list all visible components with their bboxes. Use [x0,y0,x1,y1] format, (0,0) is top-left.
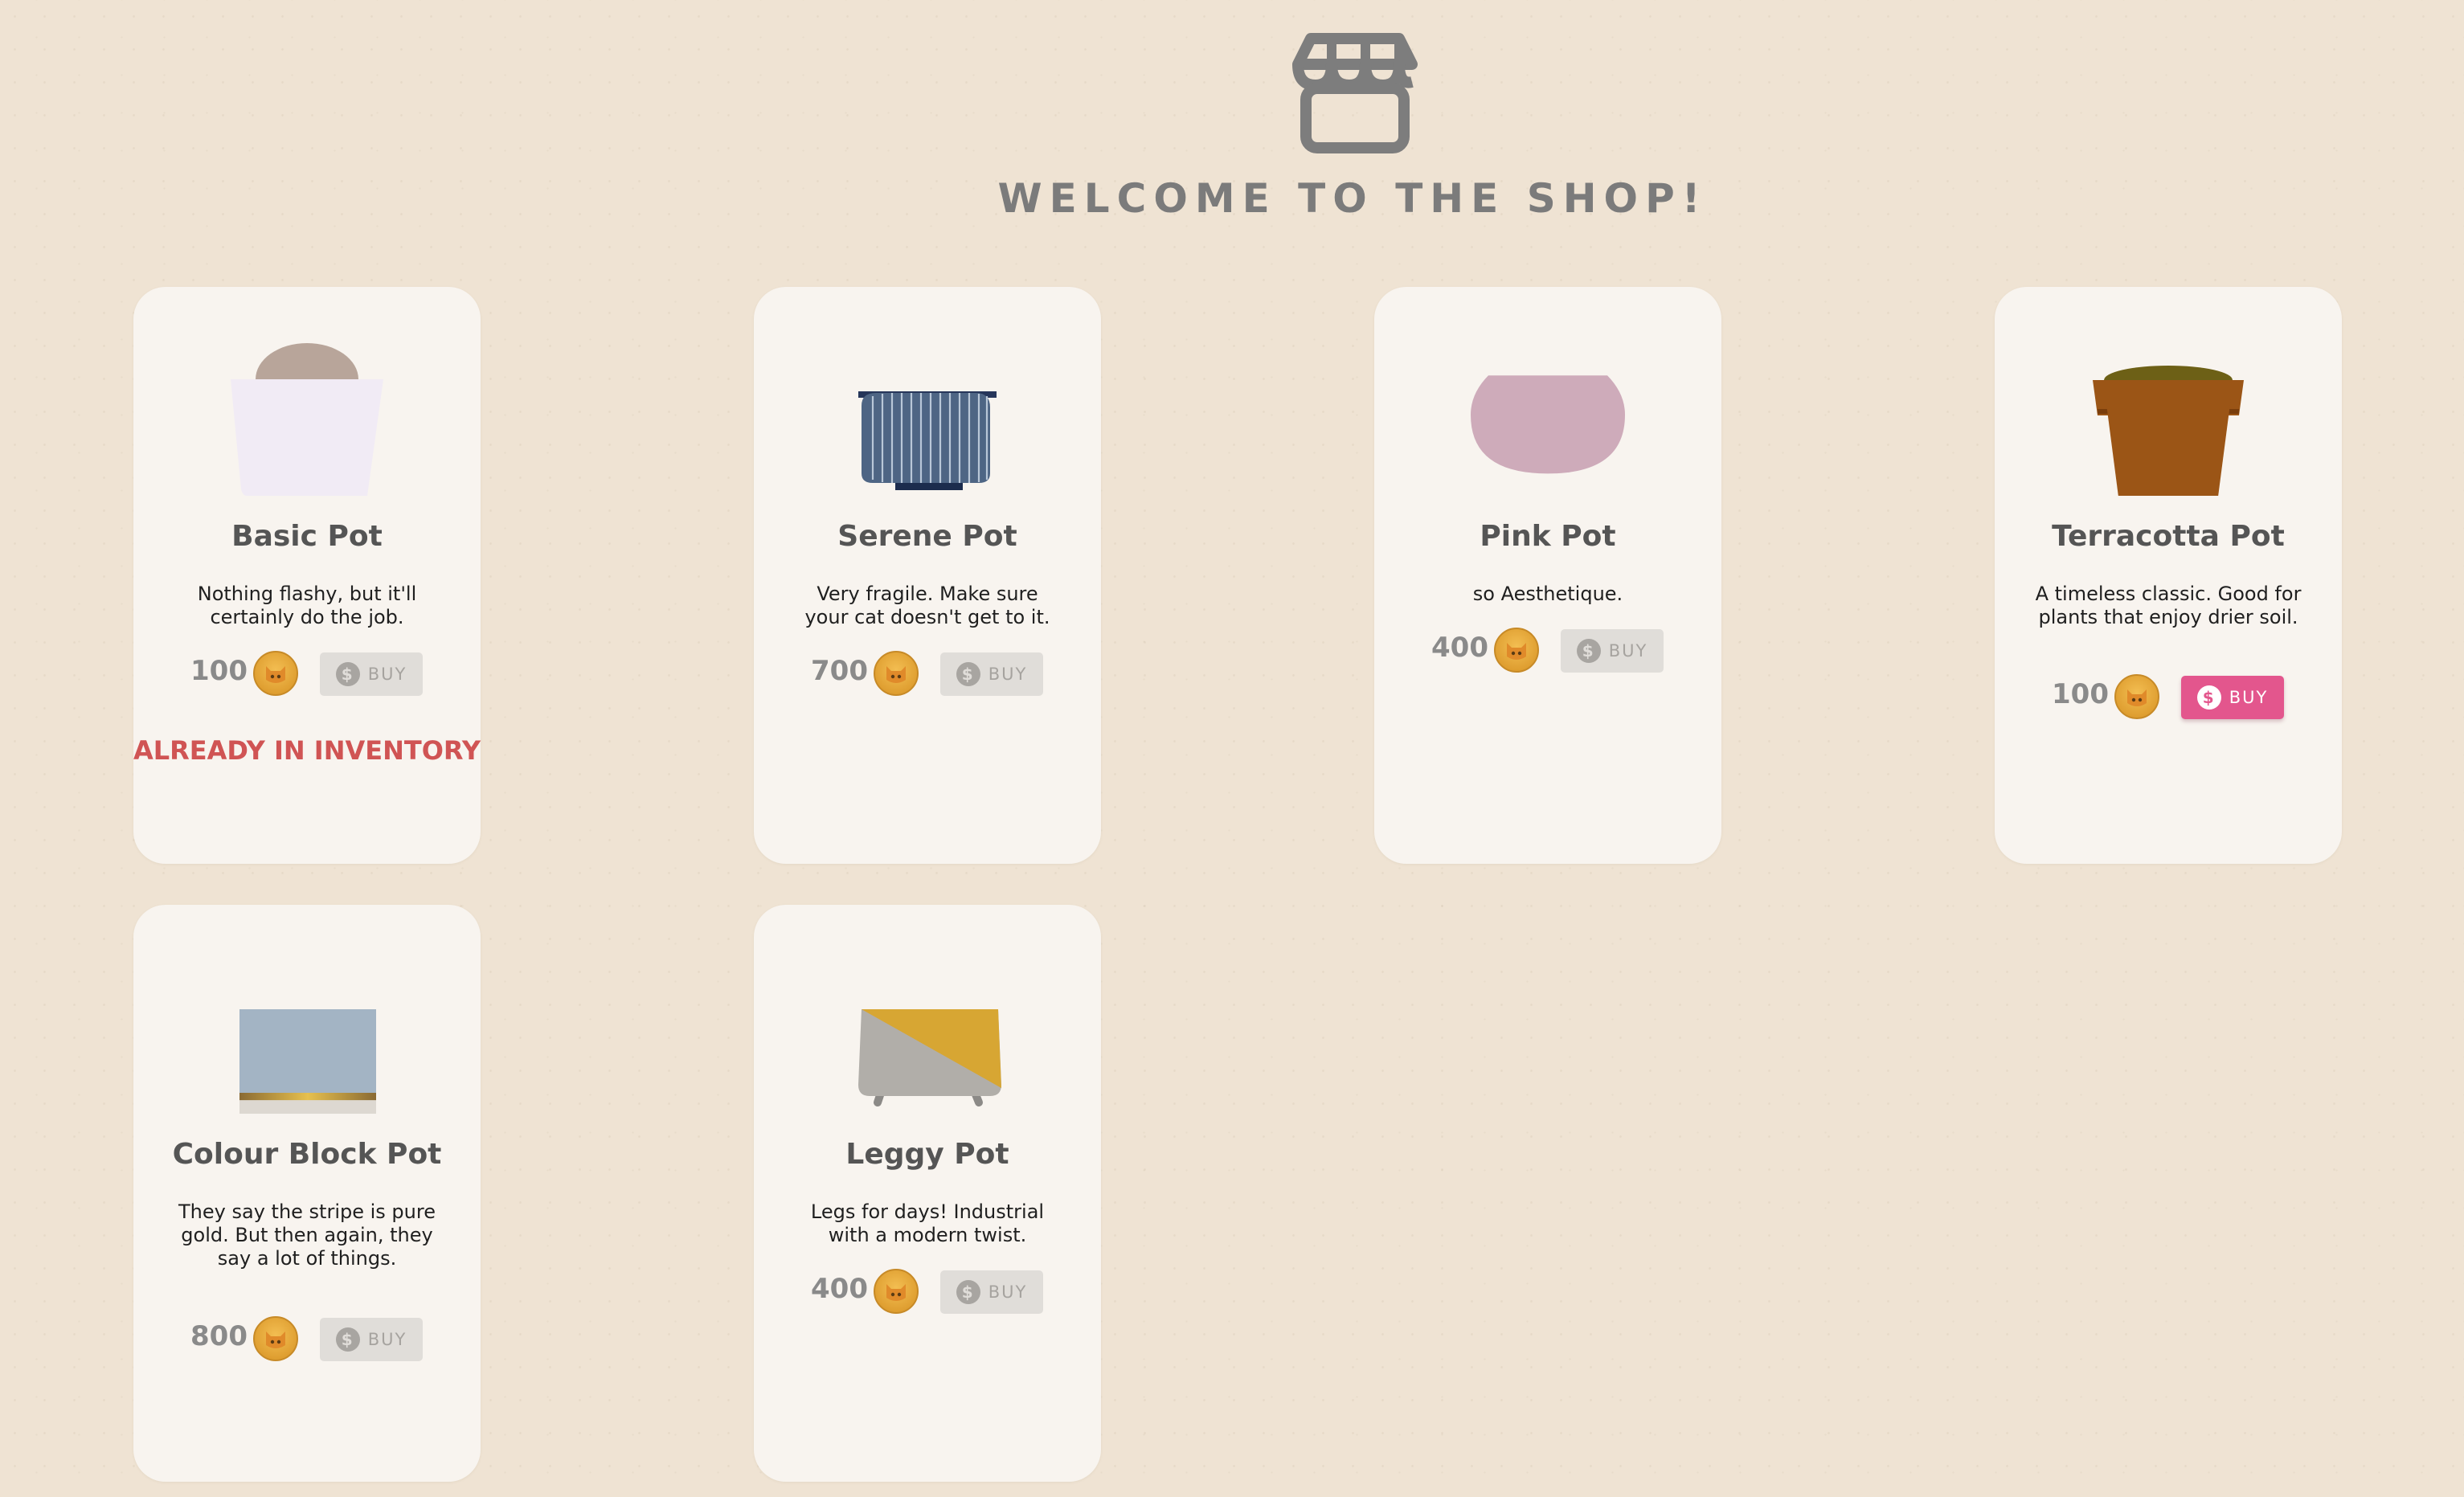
pot-card: Basic Pot Nothing flashy, but it'll cert… [133,287,481,864]
pot-card: Serene Pot Very fragile. Make sure your … [754,287,1101,864]
cat-coin-icon [1494,628,1539,673]
pot-name: Pink Pot [1480,520,1616,553]
cat-coin-icon [874,1269,919,1314]
cat-coin-icon [2114,674,2159,719]
buy-label: BUY [367,1330,407,1349]
pot-description: so Aesthetique. [1472,583,1623,605]
pot-price: 100 [2052,678,2109,710]
price-row: 100 $ BUY [133,650,481,698]
pot-description: Very fragile. Make sure your cat doesn't… [804,583,1050,628]
buy-button[interactable]: $ BUY [940,1270,1043,1314]
colour-block-pot-image [239,1009,376,1114]
dollar-icon: $ [335,1327,360,1352]
dollar-icon: $ [335,662,360,686]
price-row: 400 $ BUY [1374,627,1721,675]
buy-button[interactable]: $ BUY [320,652,423,696]
pot-name: Terracotta Pot [2052,520,2285,553]
pot-card: Leggy Pot Legs for days! Industrial with… [754,905,1101,1482]
pot-description: They say the stripe is pure gold. But th… [178,1200,436,1270]
basic-pot-image [231,343,383,496]
pot-description: A timeless classic. Good for plants that… [2035,583,2302,628]
pot-price: 400 [811,1273,868,1305]
pot-description: Nothing flashy, but it'll certainly do t… [197,583,417,628]
buy-label: BUY [367,665,407,684]
pot-name: Serene Pot [837,520,1017,553]
buy-label: BUY [988,1282,1028,1302]
terracotta-pot-image [2093,366,2244,496]
buy-label: BUY [988,665,1028,684]
price-row: 700 $ BUY [754,650,1101,698]
dollar-icon: $ [956,662,980,686]
pot-name: Colour Block Pot [172,1138,442,1171]
pot-description: Legs for days! Industrial with a modern … [810,1200,1045,1246]
cat-coin-icon [874,651,919,696]
leggy-pot-image [858,1009,1001,1106]
price-row: 400 $ BUY [754,1268,1101,1316]
serene-pot-image [858,391,997,490]
price-row: 100 $ BUY [1995,673,2342,722]
pot-name: Basic Pot [231,520,383,553]
pot-price: 400 [1431,632,1488,664]
buy-label: BUY [1608,641,1648,661]
pot-name: Leggy Pot [845,1138,1009,1171]
already-in-inventory-label: ALREADY IN INVENTORY [133,735,481,766]
pot-card: Colour Block Pot They say the stripe is … [133,905,481,1482]
storefront-icon [1292,33,1418,153]
shop-header: WELCOME TO THE SHOP! [0,0,2464,241]
dollar-icon: $ [1576,639,1601,663]
pot-price: 700 [811,655,868,687]
dollar-icon: $ [956,1280,980,1304]
buy-button[interactable]: $ BUY [320,1318,423,1361]
cat-coin-icon [253,1316,298,1361]
pot-card: Terracotta Pot A timeless classic. Good … [1995,287,2342,864]
pot-price: 100 [190,655,248,687]
pot-price: 800 [190,1320,248,1352]
pot-card: Pink Pot so Aesthetique. 400 $ BUY [1374,287,1721,864]
buy-button[interactable]: $ BUY [940,652,1043,696]
dollar-icon: $ [2196,685,2221,710]
page-title: WELCOME TO THE SHOP! [997,175,1708,222]
pink-pot-image [1471,375,1625,474]
buy-label: BUY [2229,688,2269,707]
cat-coin-icon [253,651,298,696]
buy-button[interactable]: $ BUY [2181,676,2284,719]
buy-button[interactable]: $ BUY [1561,629,1664,673]
price-row: 800 $ BUY [133,1315,481,1364]
